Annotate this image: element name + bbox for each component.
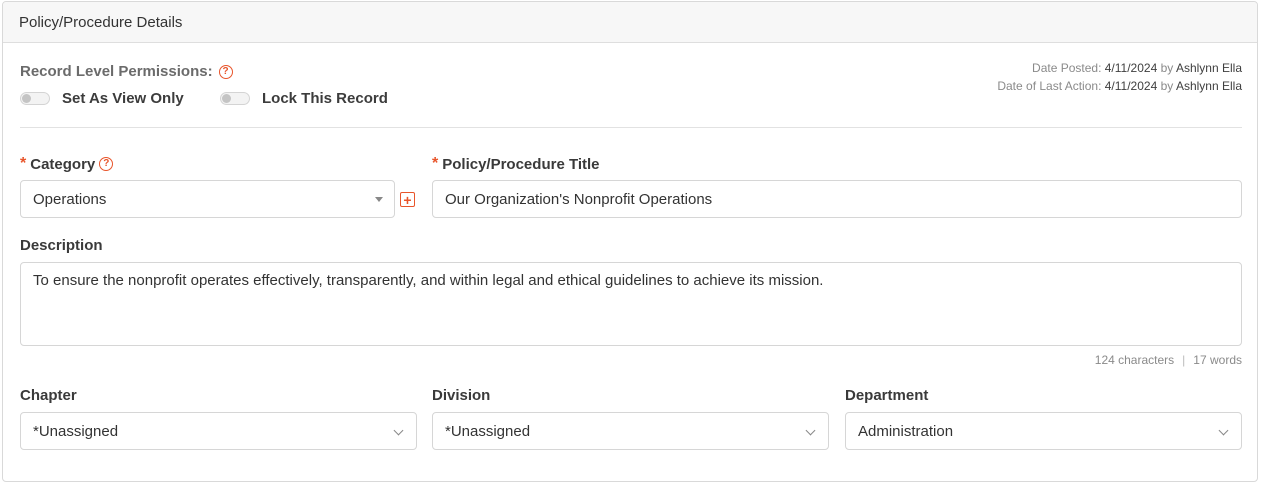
description-label-text: Description [20, 237, 103, 254]
action-by-user: Ashlynn Ella [1175, 79, 1242, 93]
posted-by-word: by [1160, 61, 1174, 75]
chapter-select-value: *Unassigned [33, 422, 119, 440]
title-label-text: Policy/Procedure Title [442, 155, 600, 173]
chevron-down-icon [1218, 425, 1229, 436]
date-posted-value: 4/11/2024 [1104, 61, 1158, 75]
policy-details-panel: Policy/Procedure Details Record Level Pe… [2, 1, 1258, 482]
category-label-text: Category [30, 155, 96, 173]
division-select-value: *Unassigned [445, 422, 531, 440]
category-label: * Category ? [20, 155, 114, 173]
add-category-button[interactable]: + [400, 192, 415, 207]
description-label: Description [20, 237, 103, 254]
panel-title: Policy/Procedure Details [19, 13, 183, 31]
category-select[interactable]: Operations [20, 180, 395, 218]
department-label: Department [845, 387, 928, 404]
title-input-value: Our Organization's Nonprofit Operations [445, 190, 713, 208]
category-help-icon[interactable]: ? [99, 157, 114, 171]
department-select[interactable]: Administration [845, 412, 1242, 450]
required-marker: * [20, 155, 27, 172]
view-only-toggle-group[interactable]: Set As View Only [20, 90, 184, 107]
title-input[interactable]: Our Organization's Nonprofit Operations [432, 180, 1242, 218]
chapter-label: Chapter [20, 387, 77, 404]
date-posted-line: Date Posted: 4/11/2024 by Ashlynn Ella [1032, 61, 1242, 75]
division-label: Division [432, 387, 490, 404]
action-by-word: by [1160, 79, 1174, 93]
description-textarea[interactable]: To ensure the nonprofit operates effecti… [20, 262, 1242, 346]
view-only-label: Set As View Only [62, 90, 184, 107]
chapter-select[interactable]: *Unassigned [20, 412, 417, 450]
view-only-toggle[interactable] [20, 92, 50, 105]
chevron-down-icon [393, 425, 404, 436]
lock-record-toggle-group[interactable]: Lock This Record [220, 90, 388, 107]
title-label: * Policy/Procedure Title [432, 155, 600, 173]
description-counter: 124 characters | 17 words [1095, 353, 1242, 367]
caret-down-icon [375, 197, 383, 202]
chevron-down-icon [805, 425, 816, 436]
count-separator: | [1182, 353, 1186, 367]
chapter-label-text: Chapter [20, 387, 77, 404]
help-icon[interactable]: ? [218, 64, 233, 79]
last-action-line: Date of Last Action: 4/11/2024 by Ashlyn… [997, 79, 1242, 93]
department-select-value: Administration [858, 422, 954, 440]
section-divider [20, 127, 1242, 128]
division-select[interactable]: *Unassigned [432, 412, 829, 450]
lock-record-toggle[interactable] [220, 92, 250, 105]
panel-header: Policy/Procedure Details [3, 2, 1257, 43]
lock-record-label: Lock This Record [262, 90, 388, 107]
record-permissions-text: Record Level Permissions: [20, 63, 213, 80]
posted-by-user: Ashlynn Ella [1175, 61, 1242, 75]
date-posted-label: Date Posted: [1032, 61, 1102, 75]
last-action-value: 4/11/2024 [1104, 79, 1158, 93]
department-label-text: Department [845, 387, 929, 404]
char-count: 124 characters [1094, 353, 1175, 367]
word-count: 17 words [1193, 353, 1242, 367]
required-marker: * [432, 155, 439, 172]
record-permissions-label: Record Level Permissions: ? [20, 63, 233, 80]
description-text: To ensure the nonprofit operates effecti… [33, 272, 824, 289]
division-label-text: Division [432, 387, 491, 404]
category-select-value: Operations [33, 190, 107, 208]
last-action-label: Date of Last Action: [997, 79, 1102, 93]
